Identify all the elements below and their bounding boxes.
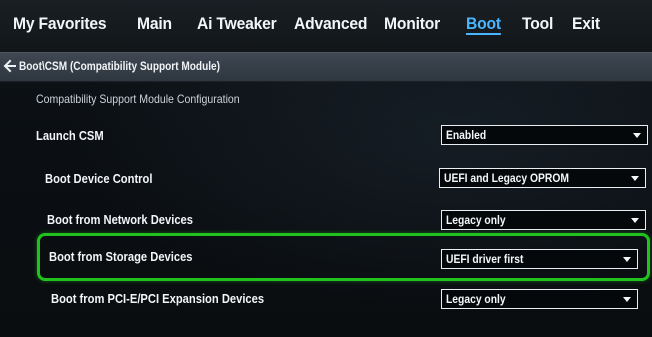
boot-from-network-dropdown[interactable]: Legacy only [441,210,646,230]
setting-label: Boot from Storage Devices [49,249,193,264]
boot-device-control-dropdown[interactable]: UEFI and Legacy OPROM [439,168,646,188]
tab-monitor[interactable]: Monitor [384,14,440,34]
tab-exit[interactable]: Exit [572,14,600,34]
boot-from-storage-dropdown[interactable]: UEFI driver first [441,249,638,269]
setting-row-boot-from-pcie[interactable]: Boot from PCI-E/PCI Expansion Devices Le… [0,284,652,314]
dropdown-value: Enabled [446,128,487,142]
tab-tool[interactable]: Tool [522,14,553,34]
bios-screen: My Favorites Main Ai Tweaker Advanced Mo… [0,0,652,337]
tab-main[interactable]: Main [137,14,172,34]
dropdown-value: UEFI driver first [446,252,524,266]
setting-label: Boot Device Control [45,171,153,186]
tab-advanced[interactable]: Advanced [294,14,367,34]
launch-csm-dropdown[interactable]: Enabled [441,125,648,145]
dropdown-value: Legacy only [446,292,506,306]
setting-row-launch-csm[interactable]: Launch CSM Enabled [0,121,652,151]
tab-my-favorites[interactable]: My Favorites [13,14,107,34]
setting-row-boot-from-network[interactable]: Boot from Network Devices Legacy only [0,205,652,235]
setting-label: Boot from PCI-E/PCI Expansion Devices [51,291,265,306]
chevron-down-icon [623,297,631,302]
setting-label: Boot from Network Devices [47,212,193,227]
dropdown-value: UEFI and Legacy OPROM [444,171,570,185]
breadcrumb-bar: Boot\CSM (Compatibility Support Module) [0,52,652,82]
dropdown-value: Legacy only [446,213,506,227]
chevron-down-icon [631,218,639,223]
tab-ai-tweaker[interactable]: Ai Tweaker [197,14,277,34]
setting-label: Launch CSM [36,128,104,143]
tab-boot[interactable]: Boot [466,14,501,34]
top-navigation: My Favorites Main Ai Tweaker Advanced Mo… [0,0,652,52]
breadcrumb: Boot\CSM (Compatibility Support Module) [19,59,221,73]
section-title: Compatibility Support Module Configurati… [36,92,240,106]
chevron-down-icon [631,176,639,181]
chevron-down-icon [633,133,641,138]
setting-row-boot-from-storage[interactable]: Boot from Storage Devices UEFI driver fi… [0,242,652,272]
setting-row-boot-device-control[interactable]: Boot Device Control UEFI and Legacy OPRO… [0,164,652,194]
boot-from-pcie-dropdown[interactable]: Legacy only [441,289,638,309]
back-arrow-icon[interactable] [3,58,17,74]
chevron-down-icon [623,257,631,262]
